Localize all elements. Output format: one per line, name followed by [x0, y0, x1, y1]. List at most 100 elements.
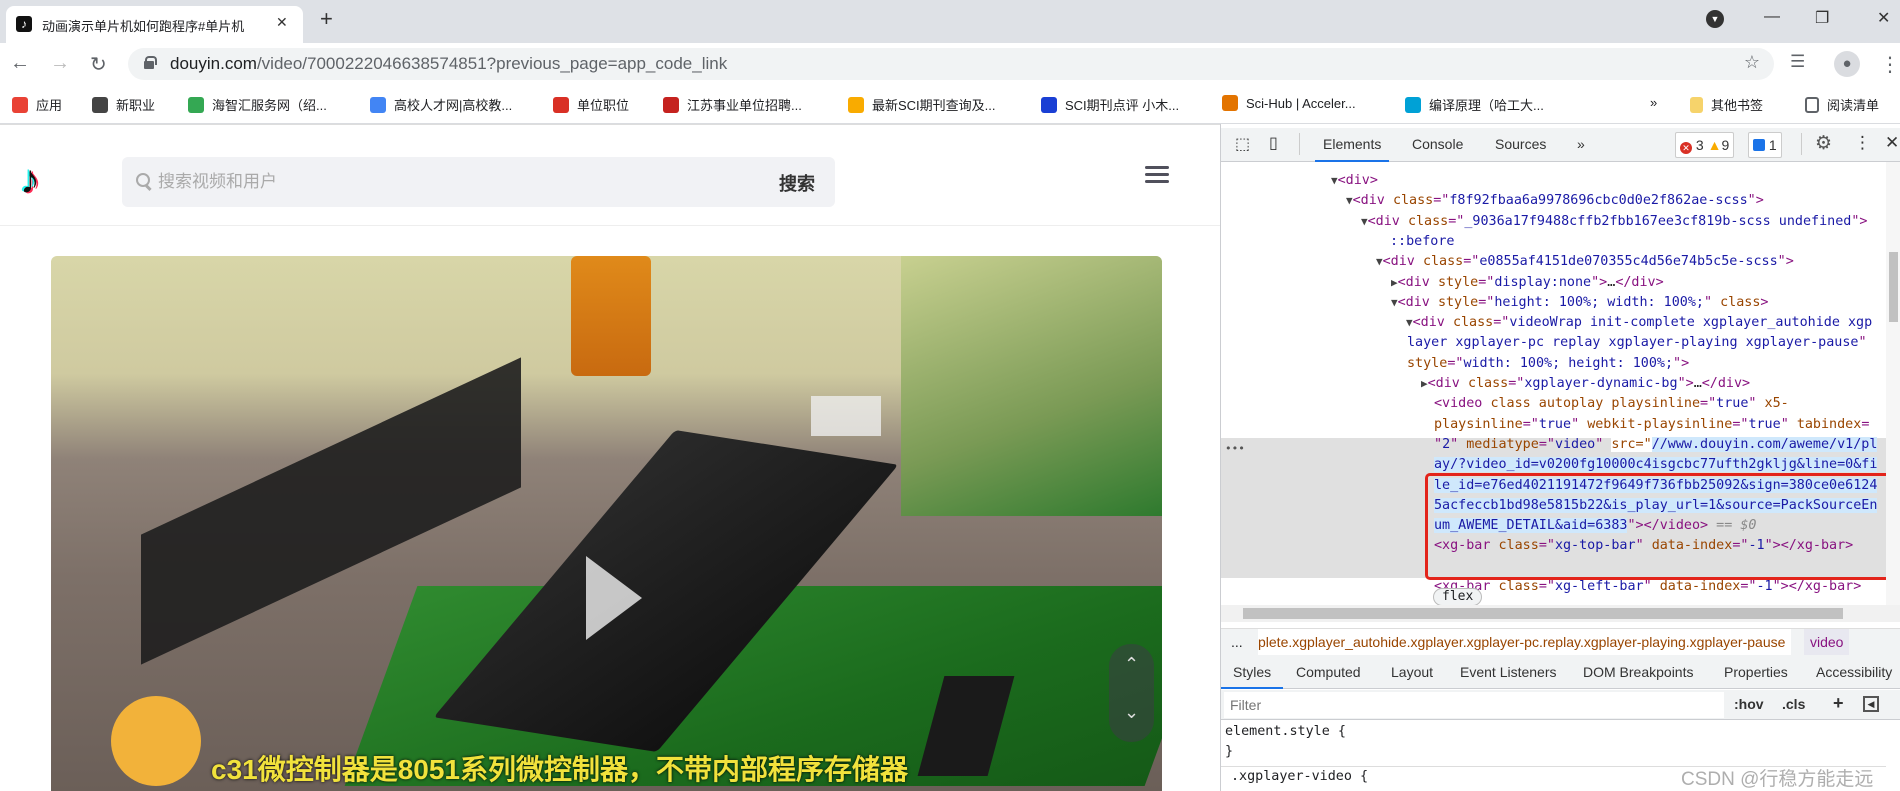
bookmark-item[interactable]: 新职业 [92, 95, 155, 115]
tab-computed[interactable]: Computed [1296, 664, 1361, 680]
bookmark-item[interactable]: SCI期刊点评 小木... [1041, 95, 1179, 115]
bookmark-item[interactable]: 最新SCI期刊查询及... [848, 95, 996, 115]
address-bar[interactable]: douyin.com/video/7000222046638574851?pre… [128, 48, 1774, 80]
bookmark-item[interactable]: 应用 [12, 95, 62, 115]
tab-console[interactable]: Console [1412, 136, 1463, 152]
dom-node-line[interactable]: style="width: 100%; height: 100%;"> [1221, 353, 1886, 374]
tab-styles[interactable]: Styles [1221, 664, 1284, 689]
bookmarks-overflow-button[interactable]: » [1650, 95, 1657, 115]
url-text[interactable]: douyin.com/video/7000222046638574851?pre… [170, 54, 727, 74]
bookmark-item[interactable]: 单位职位 [553, 95, 629, 115]
tab-search-icon[interactable]: ▼ [1706, 10, 1724, 28]
new-tab-button[interactable]: + [320, 6, 333, 32]
browser-tab[interactable]: ♪ 动画演示单片机如何跑程序#单片机 ✕ [6, 6, 303, 43]
restore-icon[interactable]: ❐ [1815, 8, 1829, 28]
vertical-scrollbar[interactable] [1886, 162, 1900, 605]
dom-node-line[interactable]: ::before [1221, 231, 1886, 252]
tab-elements[interactable]: Elements [1315, 136, 1390, 162]
dom-token: " [1571, 416, 1588, 432]
search-button[interactable]: 搜索 [779, 170, 815, 196]
expand-arrow-icon[interactable]: ▶ [1421, 377, 1428, 390]
dom-node-line[interactable]: ▼<div class="e0855af4151de070355c4d56e74… [1221, 251, 1886, 272]
back-icon[interactable]: ← [10, 52, 30, 75]
bookmark-label: 编译原理（哈工大... [1429, 98, 1544, 113]
tab-event-listeners[interactable]: Event Listeners [1460, 664, 1557, 680]
dom-node-line-selected[interactable]: "2" mediatype="video" src="//www.douyin.… [1221, 434, 1886, 455]
other-bookmarks[interactable]: 其他书签 [1690, 95, 1763, 115]
dom-token: "> [1772, 579, 1789, 594]
close-devtools-icon[interactable]: ✕ [1885, 133, 1899, 153]
collapse-arrow-icon[interactable]: ▼ [1376, 255, 1383, 268]
hover-state-button[interactable]: :hov [1734, 696, 1764, 712]
inspect-element-icon[interactable]: ⬚ [1235, 134, 1250, 154]
issues-button[interactable]: 1 [1748, 132, 1782, 158]
bookmark-item[interactable]: 编译原理（哈工大... [1405, 95, 1544, 115]
reload-icon[interactable]: ↻ [90, 52, 107, 77]
profile-avatar-icon[interactable]: ● [1834, 51, 1860, 77]
breadcrumb-item[interactable]: plete.xgplayer_autohide.xgplayer.xgplaye… [1258, 629, 1792, 655]
forward-icon[interactable]: → [50, 52, 70, 75]
bookmark-item[interactable]: 海智汇服务网（绍... [188, 95, 327, 115]
video-player[interactable]: ⌃ ⌄ c31微控制器是8051系列微控制器，不带内部程序存储器 [51, 256, 1162, 791]
dom-token: tabindex [1796, 416, 1862, 432]
dom-node-line[interactable]: ▼<div class="f8f92fbaa6a9978696cbc0d0e2f… [1221, 190, 1886, 211]
chrome-menu-icon[interactable]: ⋮ [1880, 52, 1900, 77]
dom-token: " [1643, 579, 1660, 594]
dom-token: =" [1700, 396, 1717, 412]
devtools-menu-icon[interactable]: ⋮ [1854, 133, 1871, 153]
dom-node-line[interactable]: ▼<div> [1221, 170, 1886, 191]
play-icon[interactable] [586, 556, 642, 640]
more-tabs-icon[interactable]: » [1577, 136, 1585, 152]
tab-layout[interactable]: Layout [1391, 664, 1433, 680]
dom-node-line-selected[interactable]: playsinline="true" webkit-playsinline="t… [1221, 414, 1886, 435]
dom-node-line[interactable]: layer xgplayer-pc replay xgplayer-playin… [1221, 332, 1886, 353]
bookmark-item[interactable]: 江苏事业单位招聘... [663, 95, 802, 115]
collapse-arrow-icon[interactable]: ▼ [1361, 215, 1368, 228]
tab-accessibility[interactable]: Accessibility [1816, 664, 1892, 680]
horizontal-scrollbar[interactable] [1221, 605, 1900, 622]
tab-properties[interactable]: Properties [1724, 664, 1788, 680]
dom-node-line[interactable]: ▼<div class="_9036a17f9488cffb2fbb167ee3… [1221, 211, 1886, 232]
dom-token: =" [1463, 254, 1480, 270]
class-toggle-button[interactable]: .cls [1782, 696, 1805, 712]
reading-list[interactable]: 阅读清单 [1805, 95, 1879, 115]
lock-icon[interactable] [144, 56, 157, 69]
toggle-sidebar-icon[interactable]: ◀ [1863, 696, 1879, 712]
dom-node-line[interactable]: ▼<div style="height: 100%; width: 100%;"… [1221, 292, 1886, 313]
console-counts-button[interactable]: ✕ 3 ▲9 [1675, 132, 1735, 158]
close-tab-icon[interactable]: ✕ [276, 14, 288, 31]
breadcrumb-current[interactable]: video [1804, 629, 1850, 655]
styles-filter-input[interactable] [1224, 692, 1724, 718]
collapse-arrow-icon[interactable]: ▼ [1391, 296, 1398, 309]
dom-token: <div> [1337, 173, 1378, 188]
dom-token: =" [1448, 213, 1465, 229]
tab-sources[interactable]: Sources [1495, 136, 1546, 152]
bookmark-item[interactable]: 高校人才网|高校教... [370, 95, 512, 115]
dom-node-line[interactable]: ▼<div class="videoWrap init-complete xgp… [1221, 312, 1886, 333]
dom-node-line[interactable]: ▶<div class="xgplayer-dynamic-bg">…</div… [1221, 373, 1886, 394]
url-host: douyin.com [170, 54, 257, 73]
new-rule-button[interactable]: + [1833, 693, 1844, 714]
next-video-icon[interactable]: ⌄ [1109, 702, 1154, 723]
tab-dom-breakpoints[interactable]: DOM Breakpoints [1583, 664, 1693, 680]
dom-node-line-selected[interactable]: <video class autoplay playsinline="true"… [1221, 393, 1886, 414]
menu-icon[interactable] [1145, 163, 1169, 187]
expand-arrow-icon[interactable]: ▶ [1391, 276, 1398, 289]
search-input[interactable] [158, 169, 658, 195]
collapse-arrow-icon[interactable]: ▼ [1346, 194, 1353, 207]
flex-badge[interactable]: flex [1433, 588, 1483, 605]
collapse-arrow-icon[interactable]: ▼ [1331, 174, 1338, 187]
device-toolbar-icon[interactable]: ▯ [1269, 133, 1278, 153]
close-window-icon[interactable]: ✕ [1877, 8, 1890, 28]
dom-node-line[interactable]: ▶<div style="display:none">…</div> [1221, 272, 1886, 293]
settings-gear-icon[interactable]: ⚙ [1815, 132, 1832, 155]
element-style-rule-open[interactable]: element.style { [1221, 722, 1886, 742]
previous-video-icon[interactable]: ⌃ [1109, 654, 1154, 675]
bookmark-star-icon[interactable]: ☆ [1744, 52, 1760, 73]
breadcrumb-overflow[interactable]: ... [1231, 629, 1243, 655]
minimize-icon[interactable]: — [1764, 8, 1780, 26]
collapse-arrow-icon[interactable]: ▼ [1406, 316, 1413, 329]
media-control-icon[interactable]: ☰ [1790, 52, 1805, 72]
bookmark-item[interactable]: Sci-Hub | Acceler... [1222, 95, 1356, 115]
douyin-logo-icon[interactable]: ♪ [20, 158, 40, 202]
